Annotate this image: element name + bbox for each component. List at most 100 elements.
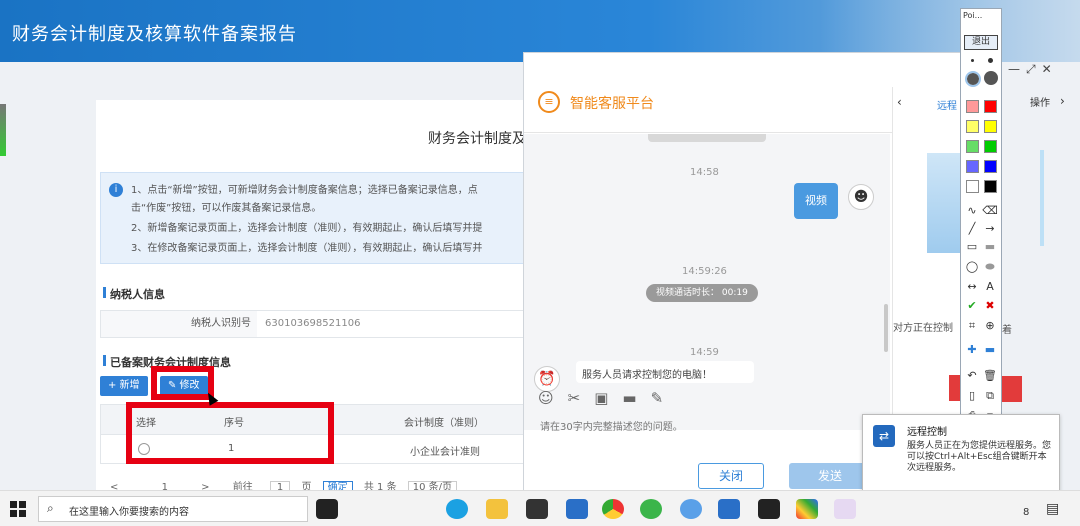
platform-logo-icon: ≡	[538, 91, 560, 113]
double-arrow-icon[interactable]: ↔	[964, 280, 980, 293]
tab-remote[interactable]: 远程	[937, 97, 957, 112]
taskbar: ⌕ 在这里输入你要搜索的内容 8 ▤	[0, 490, 1080, 526]
line-icon[interactable]: ╱	[964, 222, 980, 235]
mail-icon[interactable]	[566, 499, 588, 519]
file-explorer-icon[interactable]	[486, 499, 508, 519]
close-icon[interactable]: ✕	[1042, 62, 1058, 76]
pen-icon[interactable]: ✎	[651, 389, 678, 407]
emoji-icon[interactable]: ☺	[538, 389, 568, 407]
image-icon[interactable]: ▣	[594, 389, 622, 407]
annotation-highlight-table	[126, 402, 334, 464]
minimize-icon[interactable]: —	[1008, 62, 1026, 76]
copy-icon[interactable]: ⧉	[982, 389, 998, 403]
cross-icon[interactable]: ✖	[982, 299, 998, 312]
message-input[interactable]: 请在30字内完整描述您的问题。	[540, 418, 683, 433]
terminal-icon[interactable]	[758, 499, 780, 519]
undo-icon[interactable]: ↶	[964, 369, 980, 382]
app-window: 财务会计制度及核算软件备案报告 财务会计制度及 i 1、点击“新增”按钮，可新增…	[0, 0, 1080, 526]
content-title: 财务会计制度及	[428, 131, 526, 147]
chat-titlebar	[524, 53, 962, 87]
app-icon-w[interactable]	[718, 499, 740, 519]
send-button[interactable]: 发送	[789, 463, 871, 489]
color-swatch-light-yellow[interactable]	[966, 120, 979, 133]
taxpayer-id-row: 纳税人识别号 630103698521106	[100, 310, 536, 338]
taxpayer-id-label: 纳税人识别号	[101, 311, 257, 337]
side-indicator	[0, 104, 6, 156]
palette-title: Poi...	[963, 11, 983, 20]
search-icon: ⌕	[47, 501, 54, 515]
palette-exit-button[interactable]: 退出	[964, 35, 998, 50]
filled-rectangle-icon[interactable]: ▬	[982, 240, 998, 253]
pen-size-large-icon[interactable]	[965, 71, 981, 87]
remote-control-toast[interactable]: ⇄ 远程控制 服务人员正在为您提供远程服务。您可以按Ctrl+Alt+Esc组合…	[862, 414, 1060, 494]
taxpayer-section-title: 纳税人信息	[103, 287, 165, 301]
video-message-bubble: 视频	[794, 183, 838, 219]
tray-number: 8	[1023, 507, 1030, 518]
color-swatch-light-red[interactable]	[966, 100, 979, 113]
info-icon: i	[109, 183, 123, 197]
scissors-icon[interactable]: ✂	[568, 389, 595, 407]
toast-title: 远程控制	[907, 427, 947, 438]
remote-status-text: 对方正在控制	[893, 323, 953, 334]
pen-size-xlarge-icon[interactable]	[984, 71, 998, 85]
crop-icon[interactable]: ⌗	[964, 319, 980, 333]
color-swatch-black[interactable]	[984, 180, 997, 193]
input-toolbar: ☺✂▣▬✎	[538, 389, 677, 407]
app-icon-search[interactable]	[680, 499, 702, 519]
app-icon-paint[interactable]	[834, 499, 856, 519]
color-swatch-green[interactable]	[984, 140, 997, 153]
chrome-icon[interactable]	[602, 499, 624, 519]
ellipse-icon[interactable]: ◯	[964, 260, 980, 273]
window-controls: —⤢✕	[1008, 62, 1058, 77]
zoom-icon[interactable]: ⊕	[982, 319, 998, 332]
app-icon-puzzle[interactable]	[796, 499, 818, 519]
color-swatch-light-blue[interactable]	[966, 160, 979, 173]
app-icon-1[interactable]	[316, 499, 338, 519]
end-remote-button-edge[interactable]	[1002, 376, 1022, 402]
timestamp-1: 14:58	[690, 167, 719, 178]
page-header-title: 财务会计制度及核算软件备案报告	[12, 24, 297, 45]
col-accounting-system: 会计制度（准则）	[404, 418, 484, 429]
edge-icon[interactable]	[446, 499, 468, 519]
maximize-icon[interactable]: ⤢	[1026, 62, 1042, 76]
info-line-4: 3、在修改备案记录页面上，选择会计制度（准则），有效期起止，确认后填写并	[131, 243, 483, 254]
color-swatch-red[interactable]	[984, 100, 997, 113]
pen-size-small-icon[interactable]	[971, 59, 974, 62]
rectangle-icon[interactable]: ▭	[964, 240, 980, 253]
windows-start-icon[interactable]	[10, 501, 26, 517]
trash-icon[interactable]: 🗑	[982, 369, 998, 382]
color-swatch-light-green[interactable]	[966, 140, 979, 153]
remote-illustration-edge	[1040, 150, 1044, 246]
agent-message: 服务人员请求控制您的电脑！	[576, 361, 754, 383]
timestamp-2: 14:59:26	[682, 266, 727, 277]
freehand-icon[interactable]: ∿	[964, 204, 980, 217]
previous-message-tail	[648, 134, 766, 142]
page-icon[interactable]: ▯	[964, 389, 980, 402]
filled-ellipse-icon[interactable]: ⬬	[982, 260, 998, 274]
wechat-icon[interactable]	[640, 499, 662, 519]
minus-icon[interactable]: ▬	[982, 343, 998, 356]
chevron-right-icon[interactable]: ›	[1060, 94, 1065, 108]
color-swatch-yellow[interactable]	[984, 120, 997, 133]
color-swatch-white[interactable]	[966, 180, 979, 193]
row-accounting-system: 小企业会计准则	[410, 447, 480, 458]
plus-icon[interactable]: ✚	[964, 343, 980, 356]
arrow-icon[interactable]: →	[982, 222, 998, 235]
add-button[interactable]: + 新增	[100, 376, 148, 396]
message-area[interactable]: 14:58 视频 ☻ 14:59:26 视频通话时长： 00:19 14:59 …	[524, 134, 890, 430]
message-scrollbar[interactable]	[884, 304, 888, 352]
check-icon[interactable]: ✔	[964, 299, 980, 312]
eraser-icon[interactable]: ⌫	[982, 204, 998, 217]
notification-icon[interactable]: ▤	[1046, 501, 1059, 517]
chevron-left-icon[interactable]: ‹	[897, 95, 902, 109]
taxpayer-id-value: 630103698521106	[265, 318, 361, 329]
folder-icon[interactable]: ▬	[622, 389, 650, 407]
text-tool-icon[interactable]: A	[982, 280, 998, 293]
close-button[interactable]: 关闭	[698, 463, 764, 489]
color-swatch-blue[interactable]	[984, 160, 997, 173]
taskbar-search[interactable]: ⌕ 在这里输入你要搜索的内容	[38, 496, 308, 522]
tab-operations[interactable]: 操作	[1030, 94, 1050, 109]
store-icon[interactable]	[526, 499, 548, 519]
pen-size-medium-icon[interactable]	[988, 58, 993, 63]
user-avatar-icon: ☻	[848, 184, 874, 210]
